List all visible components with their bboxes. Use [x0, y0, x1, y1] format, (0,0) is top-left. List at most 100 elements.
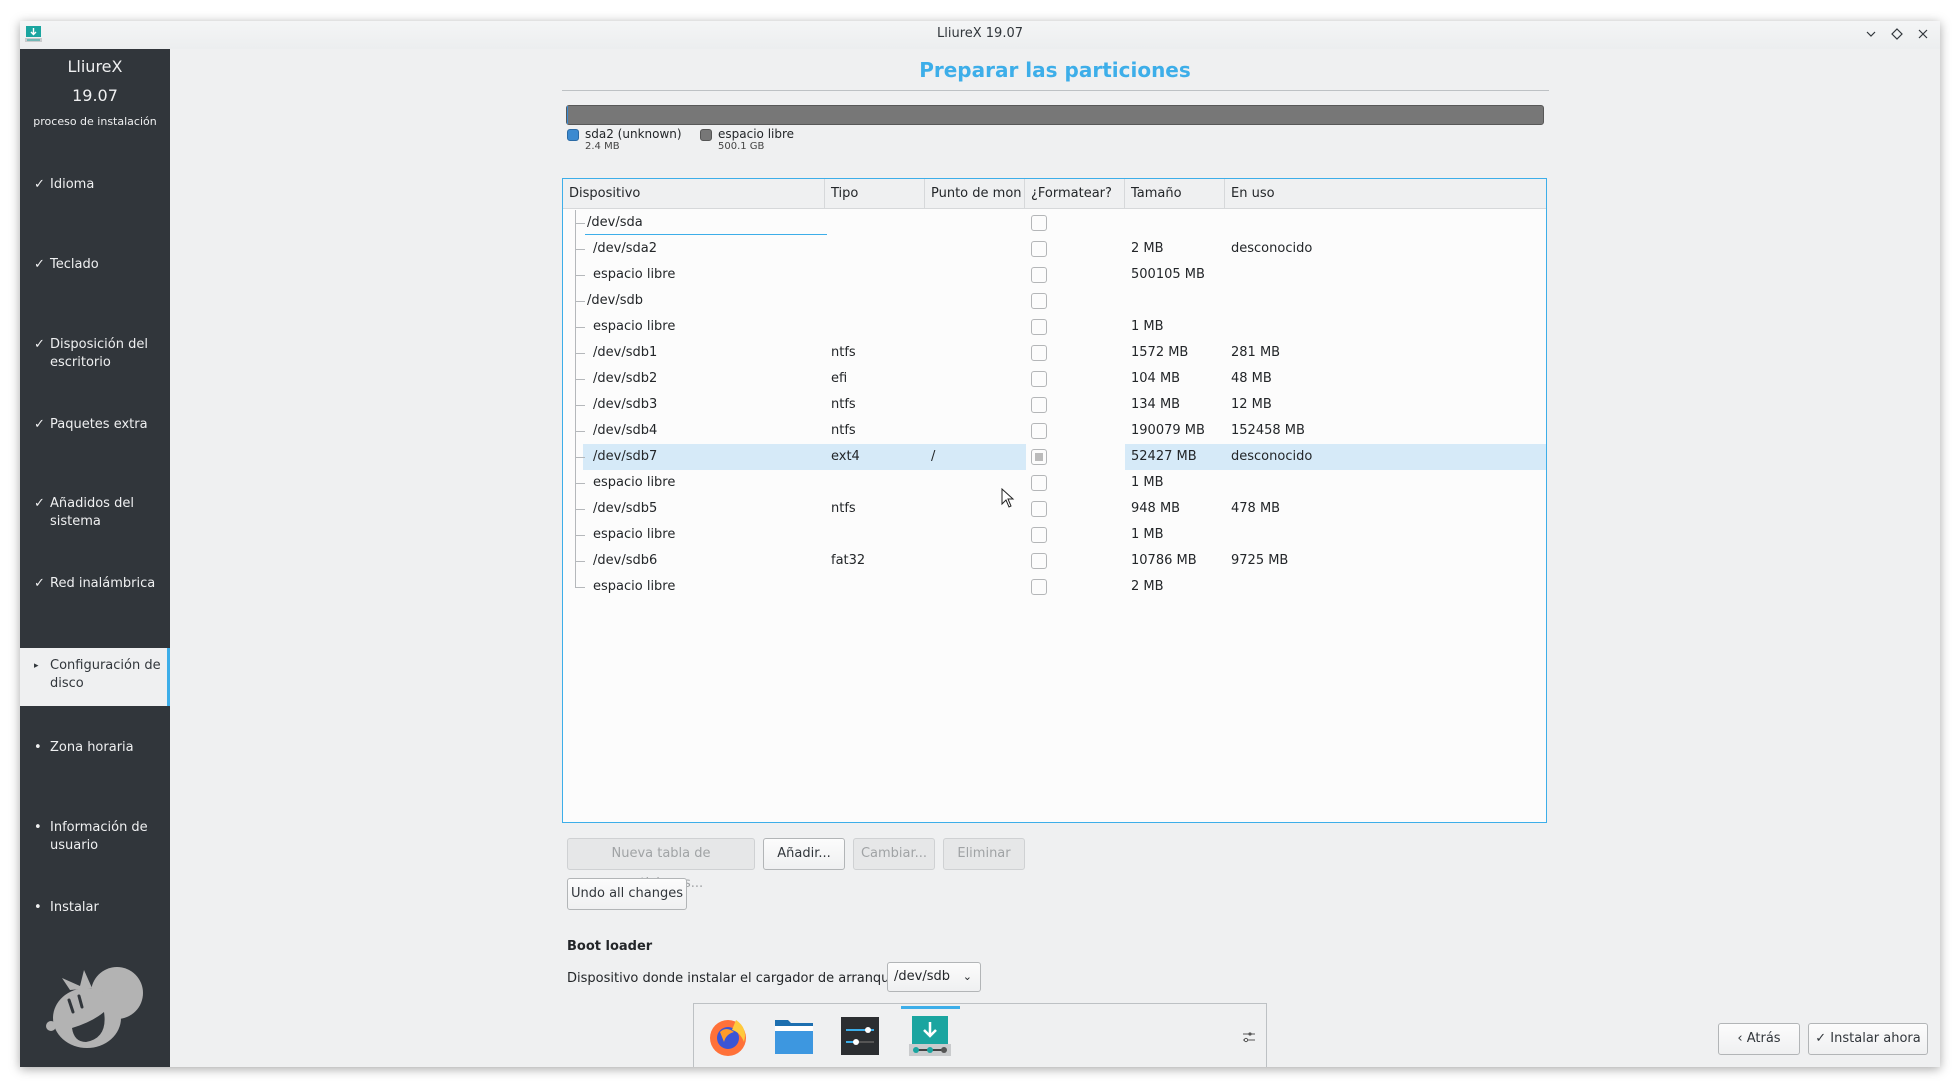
format-checkbox[interactable] [1031, 501, 1047, 517]
table-row[interactable]: espacio libre 1 MB [563, 314, 1546, 340]
cell-size: 52427 MB [1131, 449, 1197, 464]
bullet-icon: • [34, 900, 42, 915]
firefox-icon[interactable] [706, 1014, 750, 1058]
cell-device: /dev/sdb [587, 293, 643, 308]
panel-settings-icon[interactable] [1242, 1030, 1256, 1044]
sidebar-item-7: ▸ Configuración de disco [20, 648, 170, 706]
cell-used: 478 MB [1231, 501, 1281, 516]
cell-size: 500105 MB [1131, 267, 1205, 282]
format-checkbox[interactable] [1031, 527, 1047, 543]
table-row[interactable]: /dev/sdb2 efi 104 MB 48 MB [563, 366, 1546, 392]
delete-partition-button[interactable]: Eliminar [943, 838, 1025, 870]
tree-branch [575, 457, 585, 458]
cell-size: 948 MB [1131, 501, 1181, 516]
install-now-button[interactable]: ✓ Instalar ahora [1808, 1023, 1928, 1055]
chevron-down-icon: ⌄ [962, 970, 972, 983]
column-header-mount[interactable]: Punto de mon [925, 179, 1025, 209]
format-checkbox[interactable] [1031, 215, 1047, 231]
sidebar-item-3: ✓ Disposición del escritorio [20, 336, 170, 372]
format-checkbox[interactable] [1031, 423, 1047, 439]
cell-device: /dev/sdb4 [593, 423, 658, 438]
table-row[interactable]: /dev/sdb4 ntfs 190079 MB 152458 MB [563, 418, 1546, 444]
format-checkbox[interactable] [1031, 553, 1047, 569]
table-row[interactable]: /dev/sdb3 ntfs 134 MB 12 MB [563, 392, 1546, 418]
chevron-down-icon [1866, 31, 1876, 37]
file-manager-icon[interactable] [772, 1014, 816, 1058]
installer-icon[interactable] [908, 1014, 952, 1058]
format-checkbox[interactable] [1031, 267, 1047, 283]
cell-size: 2 MB [1131, 579, 1164, 594]
tree-branch [575, 431, 585, 432]
sidebar-item-label: Instalar [50, 900, 99, 915]
format-checkbox[interactable] [1031, 371, 1047, 387]
format-checkbox[interactable] [1031, 293, 1047, 309]
cell-used: 152458 MB [1231, 423, 1305, 438]
close-button[interactable] [1914, 24, 1932, 44]
cell-type: fat32 [831, 553, 866, 568]
table-row[interactable]: espacio libre 1 MB [563, 522, 1546, 548]
system-settings-icon[interactable] [838, 1014, 882, 1058]
sidebar-item-label: Idioma [50, 177, 95, 192]
table-row[interactable]: /dev/sdb [563, 288, 1546, 314]
lliurex-mascot-logo [46, 967, 143, 1048]
table-row[interactable]: espacio libre 500105 MB [563, 262, 1546, 288]
sidebar-subtitle: proceso de instalación [33, 115, 157, 128]
format-checkbox[interactable] [1031, 475, 1047, 491]
column-header-device[interactable]: Dispositivo [563, 179, 825, 209]
check-icon: ✓ [34, 496, 45, 511]
table-row[interactable]: /dev/sdb1 ntfs 1572 MB 281 MB [563, 340, 1546, 366]
boot-loader-selected-value: /dev/sdb [894, 969, 950, 984]
table-header: Dispositivo Tipo Punto de mon ¿Formatear… [563, 179, 1546, 209]
title-divider [562, 90, 1549, 91]
column-header-format[interactable]: ¿Formatear? [1025, 179, 1125, 209]
partition-table[interactable]: Dispositivo Tipo Punto de mon ¿Formatear… [562, 178, 1547, 823]
mouse-cursor-icon [1001, 488, 1015, 508]
legend-label: sda2 (unknown) [585, 127, 682, 141]
bullet-icon: • [34, 740, 42, 755]
undo-all-changes-button[interactable]: Undo all changes [567, 878, 687, 910]
table-row[interactable]: /dev/sdb5 ntfs 948 MB 478 MB [563, 496, 1546, 522]
new-partition-table-button[interactable]: Nueva tabla de particiones... [567, 838, 755, 891]
cell-device: /dev/sdb2 [593, 371, 658, 386]
sidebar-item-label: Paquetes extra [50, 417, 148, 432]
active-task-indicator [901, 1006, 960, 1009]
cell-size: 134 MB [1131, 397, 1181, 412]
add-partition-button[interactable]: Añadir... [763, 838, 845, 870]
check-icon: ✓ [34, 337, 45, 352]
cell-device: /dev/sdb7 [593, 449, 658, 464]
cell-type: ntfs [831, 501, 856, 516]
table-row[interactable]: /dev/sdb7 ext4 / 52427 MB desconocido [563, 444, 1546, 470]
column-header-type[interactable]: Tipo [825, 179, 925, 209]
format-checkbox[interactable] [1031, 319, 1047, 335]
format-checkbox[interactable] [1031, 397, 1047, 413]
table-row[interactable]: /dev/sda [563, 210, 1546, 236]
table-row[interactable]: espacio libre 1 MB [563, 470, 1546, 496]
boot-loader-device-select[interactable]: /dev/sdb ⌄ [887, 962, 981, 992]
format-checkbox[interactable] [1031, 449, 1047, 465]
column-header-used[interactable]: En uso [1225, 179, 1546, 209]
back-button[interactable]: ‹ Atrás [1718, 1023, 1800, 1055]
legend-item-free: espacio libre 500.1 GB [700, 127, 794, 152]
boot-loader-label: Dispositivo donde instalar el cargador d… [567, 971, 902, 986]
minimize-button[interactable] [1862, 24, 1880, 44]
install-now-label: Instalar ahora [1830, 1031, 1921, 1046]
table-row[interactable]: /dev/sda2 2 MB desconocido [563, 236, 1546, 262]
boot-loader-heading: Boot loader [567, 939, 653, 954]
table-row[interactable]: espacio libre 2 MB [563, 574, 1546, 600]
change-partition-button[interactable]: Cambiar... [853, 838, 935, 870]
legend-size: 2.4 MB [585, 141, 620, 152]
table-row[interactable]: /dev/sdb6 fat32 10786 MB 9725 MB [563, 548, 1546, 574]
column-header-size[interactable]: Tamaño [1125, 179, 1225, 209]
format-checkbox[interactable] [1031, 345, 1047, 361]
format-checkbox[interactable] [1031, 579, 1047, 595]
sidebar-item-label: Teclado [50, 257, 99, 272]
check-icon: ✓ [34, 257, 45, 272]
title-bar[interactable]: LliureX 19.07 [20, 21, 1940, 49]
format-checkbox[interactable] [1031, 241, 1047, 257]
cell-size: 2 MB [1131, 241, 1164, 256]
sidebar-item-label: Configuración de disco [50, 658, 161, 691]
legend-size: 500.1 GB [718, 141, 765, 152]
tree-branch [575, 301, 585, 302]
maximize-button[interactable] [1888, 24, 1906, 44]
sidebar-item-label: Información de usuario [50, 820, 148, 853]
